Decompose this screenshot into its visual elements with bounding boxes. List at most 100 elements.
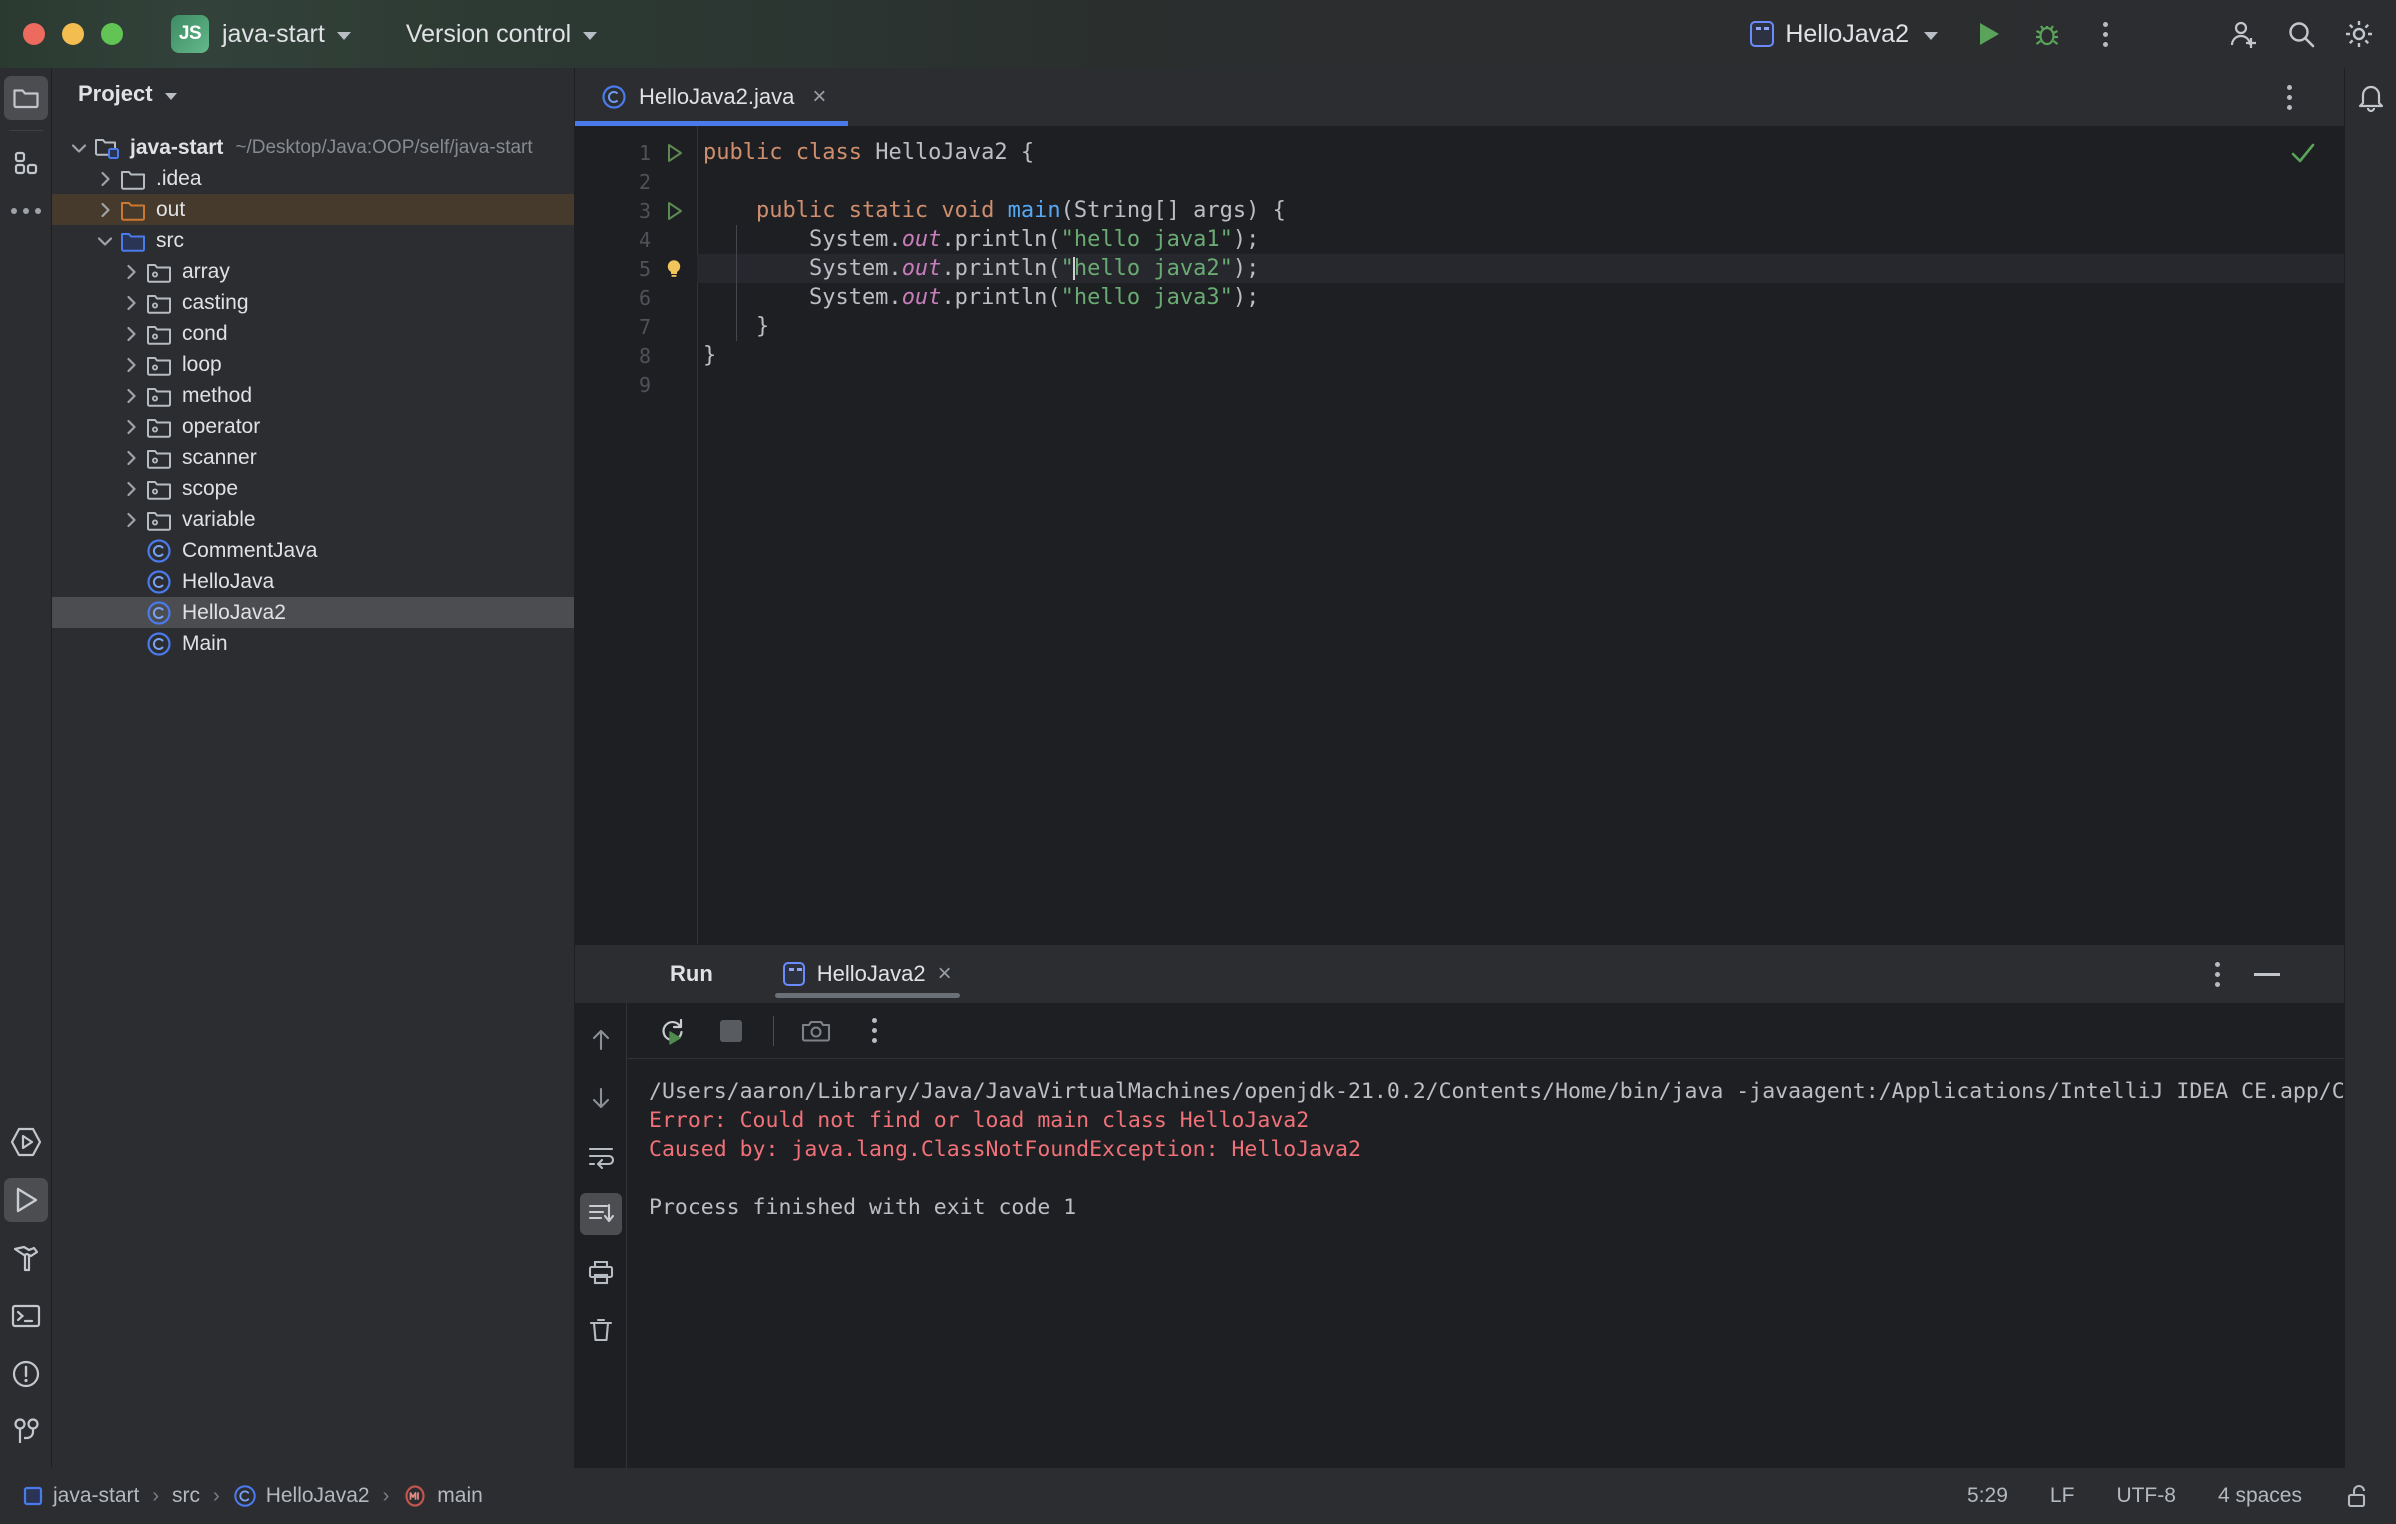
run-anything-button[interactable] — [4, 1120, 48, 1164]
tree-item-hellojava[interactable]: HelloJava — [52, 566, 574, 597]
code-line[interactable]: System.out.println("hello java3"); — [697, 283, 2344, 312]
version-control-menu[interactable]: Version control — [393, 20, 598, 49]
breadcrumb-item-hellojava2[interactable]: HelloJava2 — [233, 1484, 370, 1508]
chevron-right-icon[interactable] — [118, 510, 144, 530]
indent-widget[interactable]: 4 spaces — [2218, 1484, 2302, 1508]
minimize-window-button[interactable] — [62, 23, 84, 45]
breadcrumb-item-main[interactable]: main — [402, 1483, 483, 1509]
readonly-toggle-button[interactable] — [2344, 1482, 2372, 1510]
tree-item-method[interactable]: method — [52, 380, 574, 411]
tree-item-operator[interactable]: operator — [52, 411, 574, 442]
encoding-widget[interactable]: UTF-8 — [2116, 1484, 2176, 1508]
project-tree[interactable]: java-start ~/Desktop/Java:OOP/self/java-s… — [52, 120, 574, 1468]
package-icon — [147, 418, 171, 438]
project-selector[interactable]: java-start — [209, 20, 351, 49]
tree-item-idea[interactable]: .idea — [52, 163, 574, 194]
chevron-down-icon[interactable] — [66, 138, 92, 158]
run-configuration-selector[interactable]: HelloJava2 — [1750, 20, 1938, 49]
project-panel-header[interactable]: Project — [52, 68, 574, 120]
tree-item-scanner[interactable]: scanner — [52, 442, 574, 473]
settings-button[interactable] — [2330, 5, 2388, 63]
breadcrumb[interactable]: java-start › src › HelloJava2 › main — [0, 1483, 483, 1509]
close-tab-button[interactable]: × — [812, 83, 826, 111]
inspection-status-widget[interactable] — [2288, 138, 2318, 168]
tree-item-out[interactable]: out — [52, 194, 574, 225]
editor-tab-hellojava2[interactable]: HelloJava2.java × — [575, 68, 849, 126]
chevron-down-icon[interactable] — [92, 231, 118, 251]
terminal-icon — [11, 1304, 40, 1328]
chevron-right-icon[interactable] — [118, 417, 144, 437]
code-line[interactable]: } — [697, 312, 2344, 341]
chevron-right-icon[interactable] — [118, 386, 144, 406]
chevron-right-icon[interactable] — [92, 200, 118, 220]
code-line[interactable]: System.out.println("hello java1"); — [697, 225, 2344, 254]
intention-bulb-button[interactable] — [651, 257, 697, 281]
scroll-down-button[interactable] — [580, 1077, 622, 1119]
tree-item-src[interactable]: src — [52, 225, 574, 256]
tree-item-variable[interactable]: variable — [52, 504, 574, 535]
editor-tab-options-button[interactable] — [2287, 68, 2292, 126]
breadcrumb-item-javastart[interactable]: java-start — [22, 1484, 139, 1508]
run-line-marker-button[interactable] — [651, 142, 697, 164]
project-tool-button[interactable] — [3, 76, 48, 120]
add-account-button[interactable] — [2214, 5, 2272, 63]
tree-item-main[interactable]: Main — [52, 628, 574, 659]
minimize-run-panel-button[interactable] — [2254, 972, 2280, 976]
more-options-button[interactable] — [2076, 5, 2134, 63]
stop-button[interactable] — [707, 1009, 755, 1053]
tree-item-scope[interactable]: scope — [52, 473, 574, 504]
run-button[interactable] — [1960, 5, 2018, 63]
chevron-right-icon[interactable] — [118, 479, 144, 499]
version-control-tool-button[interactable] — [4, 1410, 48, 1454]
rerun-button[interactable] — [649, 1009, 697, 1053]
scroll-up-button[interactable] — [580, 1019, 622, 1061]
chevron-right-icon[interactable] — [92, 169, 118, 189]
tree-item-commentjava[interactable]: CommentJava — [52, 535, 574, 566]
tree-item-hellojava2[interactable]: HelloJava2 — [52, 597, 574, 628]
editor-gutter[interactable]: 1 2 3 4 5 6 7 8 9 — [575, 126, 697, 944]
java-class-icon — [147, 569, 171, 594]
run-tool-button[interactable] — [3, 1178, 48, 1222]
code-line[interactable]: } — [697, 341, 2344, 370]
search-everywhere-button[interactable] — [2272, 5, 2330, 63]
close-window-button[interactable] — [23, 23, 45, 45]
line-separator-widget[interactable]: LF — [2050, 1484, 2075, 1508]
breadcrumb-item-src[interactable]: src — [172, 1484, 200, 1508]
build-tool-button[interactable] — [4, 1236, 48, 1280]
screenshot-button[interactable] — [792, 1009, 840, 1053]
code-line[interactable] — [697, 167, 2344, 196]
code-line[interactable] — [697, 370, 2344, 399]
chevron-right-icon[interactable] — [118, 324, 144, 344]
notifications-button[interactable] — [2349, 76, 2393, 120]
run-panel-options-button[interactable] — [2215, 961, 2220, 987]
soft-wrap-button[interactable] — [580, 1135, 622, 1177]
chevron-right-icon[interactable] — [118, 355, 144, 375]
code-line[interactable]: public class HelloJava2 { — [697, 138, 2344, 167]
console-output[interactable]: /Users/aaron/Library/Java/JavaVirtualMac… — [627, 1059, 2344, 1468]
chevron-right-icon[interactable] — [118, 448, 144, 468]
tree-item-loop[interactable]: loop — [52, 349, 574, 380]
more-tool-windows-button[interactable] — [4, 189, 48, 233]
clear-all-button[interactable] — [580, 1309, 622, 1351]
close-run-tab-button[interactable]: × — [938, 960, 952, 988]
structure-tool-button[interactable] — [4, 141, 48, 185]
editor-code[interactable]: public class HelloJava2 { public static … — [697, 126, 2344, 944]
chevron-right-icon[interactable] — [118, 262, 144, 282]
caret-position-widget[interactable]: 5:29 — [1967, 1484, 2008, 1508]
terminal-tool-button[interactable] — [4, 1294, 48, 1338]
problems-tool-button[interactable] — [4, 1352, 48, 1396]
code-line[interactable]: public static void main(String[] args) { — [697, 196, 2344, 225]
tree-item-javastart[interactable]: java-start ~/Desktop/Java:OOP/self/java-s… — [52, 132, 574, 163]
print-button[interactable] — [580, 1251, 622, 1293]
debug-button[interactable] — [2018, 5, 2076, 63]
console-options-button[interactable] — [850, 1009, 898, 1053]
run-session-tab[interactable]: HelloJava2 × — [774, 945, 960, 1003]
maximize-window-button[interactable] — [101, 23, 123, 45]
tree-item-casting[interactable]: casting — [52, 287, 574, 318]
run-line-marker-button[interactable] — [651, 200, 697, 222]
scroll-to-end-button[interactable] — [579, 1193, 622, 1235]
code-line[interactable]: System.out.println("hello java2"); — [697, 254, 2344, 283]
chevron-right-icon[interactable] — [118, 293, 144, 313]
tree-item-array[interactable]: array — [52, 256, 574, 287]
tree-item-cond[interactable]: cond — [52, 318, 574, 349]
